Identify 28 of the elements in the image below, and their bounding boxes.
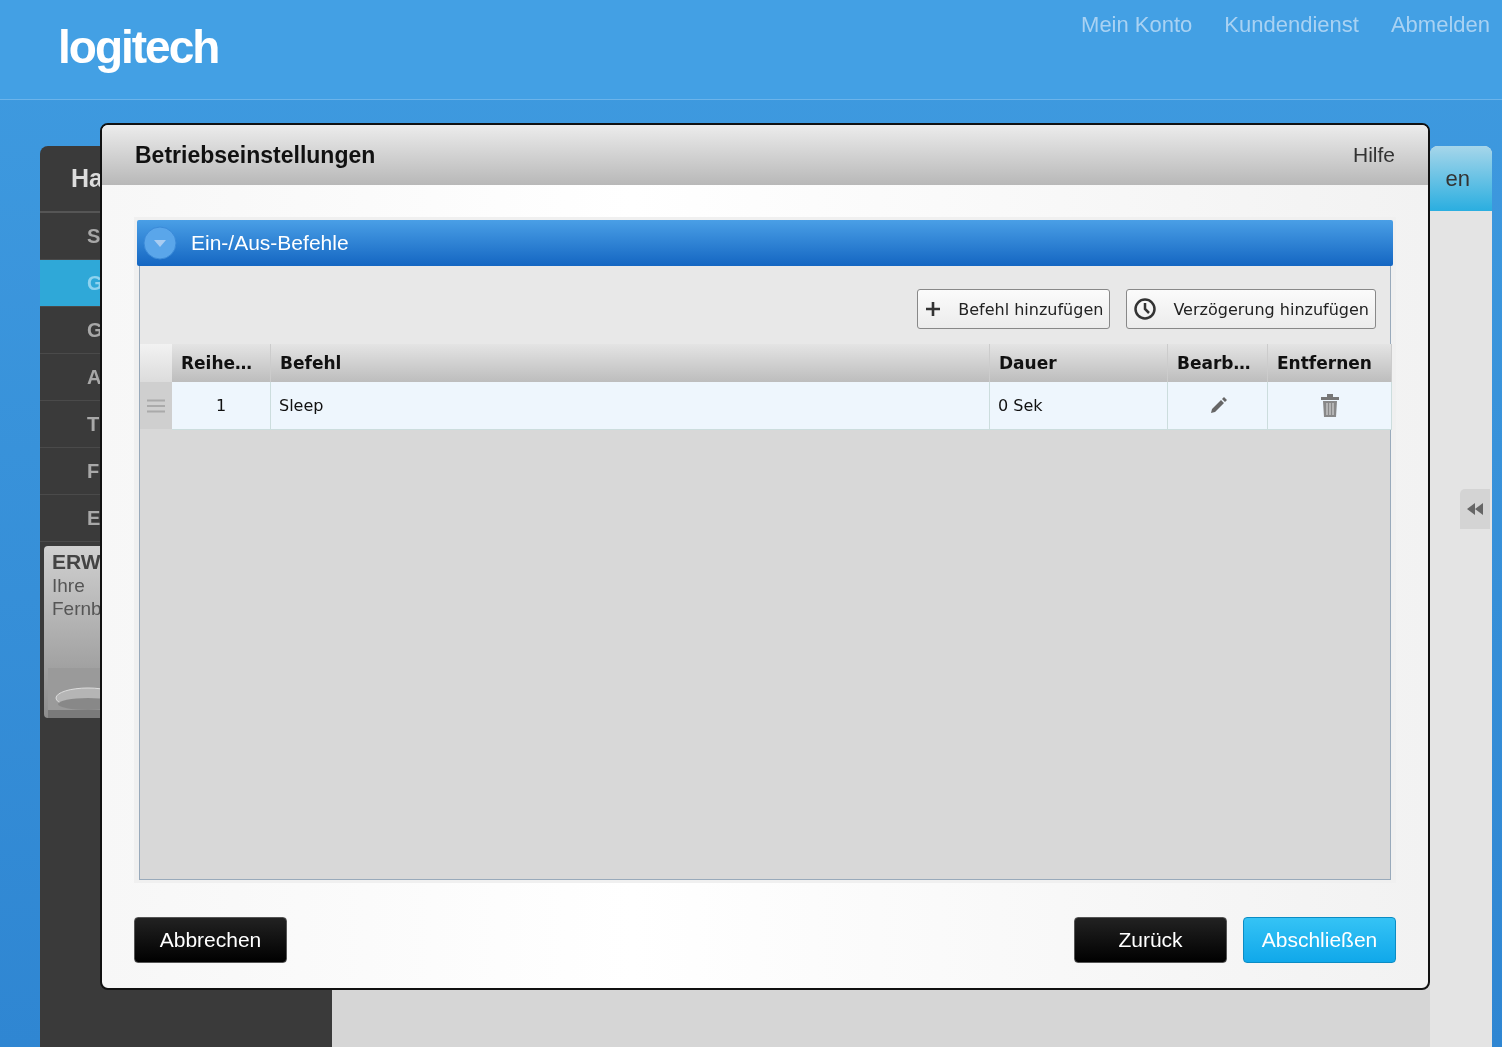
column-header[interactable]: Bearb… [1168, 344, 1268, 382]
column-header[interactable]: Dauer [990, 344, 1168, 382]
toggle-icon[interactable] [143, 226, 177, 260]
column-header[interactable]: Reihe… [172, 344, 271, 382]
action-button[interactable]: Verzögerung hinzufügen [1126, 289, 1376, 329]
trash-icon[interactable] [1319, 393, 1340, 418]
table-cell: 0 Sek [990, 382, 1168, 430]
column-header[interactable]: Befehl [271, 344, 990, 382]
drag-handle-icon[interactable] [147, 398, 165, 413]
row-handle[interactable] [140, 382, 172, 429]
table-header-corner [140, 344, 172, 382]
column-header[interactable]: Entfernen [1268, 344, 1392, 382]
table-cell: 1 [172, 382, 271, 430]
promo-title: ERW [52, 550, 102, 574]
promo-text: Fernb [52, 597, 103, 620]
double-left-arrow-icon [1467, 503, 1483, 515]
help-link[interactable]: Hilfe [1353, 143, 1395, 167]
section-title: Ein-/Aus-Befehle [191, 231, 349, 255]
table-cell: Sleep [271, 382, 990, 430]
section-header[interactable]: Ein-/Aus-Befehle [137, 220, 1393, 266]
promo-text: Ihre [52, 574, 86, 597]
panel-title: en [1430, 146, 1492, 211]
dialog-button[interactable]: Zurück [1074, 917, 1227, 963]
dialog-button[interactable]: Abbrechen [134, 917, 287, 963]
plus-icon [924, 300, 943, 318]
clock-icon [1133, 297, 1158, 321]
collapse-button[interactable] [1460, 489, 1490, 529]
action-button[interactable]: Befehl hinzufügen [917, 289, 1111, 329]
